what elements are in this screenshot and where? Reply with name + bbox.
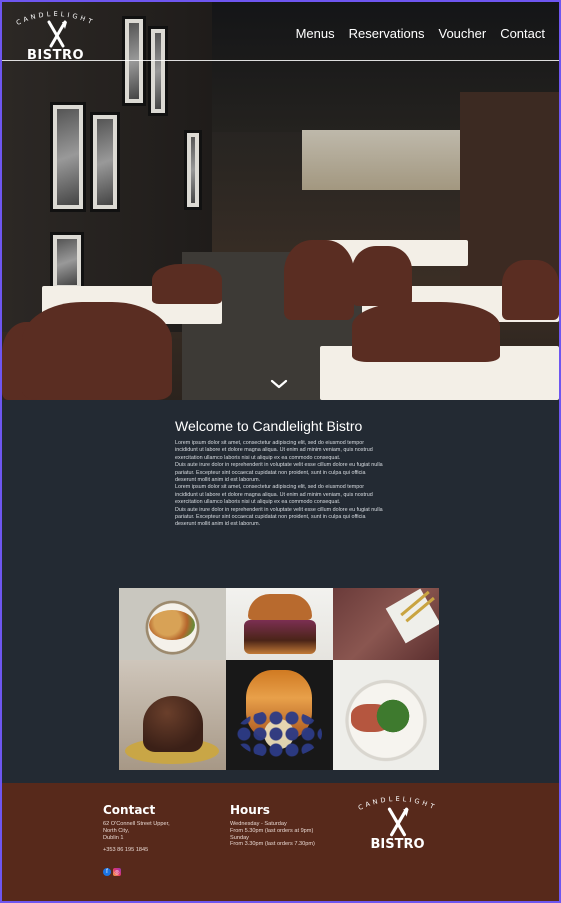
- hours-line: Wednesday - Saturday: [230, 821, 287, 827]
- welcome-paragraph: Lorem ipsum dolor sit amet, consectetur …: [175, 440, 373, 461]
- hero-window: [302, 130, 467, 190]
- hours-line: Sunday: [230, 834, 249, 841]
- brand-logo[interactable]: CANDLELIGHT BISTRO: [8, 8, 103, 63]
- hero-chair: [352, 246, 412, 306]
- facebook-icon[interactable]: f: [103, 868, 111, 877]
- welcome-title: Welcome to Candlelight Bistro: [175, 418, 363, 434]
- gallery-image-burger: [226, 588, 333, 660]
- welcome-section: Welcome to Candlelight Bistro Lorem ipsu…: [175, 418, 387, 529]
- gallery-image-table-setting: [333, 588, 439, 660]
- wall-frame: [50, 232, 84, 292]
- hero-chair: [152, 264, 222, 304]
- site-footer: Contact 62 O'Connell Street Upper, North…: [2, 783, 559, 901]
- wall-frame: [122, 16, 146, 106]
- contact-title: Contact: [103, 803, 156, 817]
- footer-logo: CANDLELIGHT BISTRO: [350, 793, 445, 853]
- nav-voucher[interactable]: Voucher: [438, 26, 486, 41]
- address-line: 62 O'Connell Street Upper,: [103, 821, 170, 827]
- hero-chair: [22, 302, 172, 400]
- chevron-down-icon[interactable]: [270, 378, 288, 390]
- hero-section: CANDLELIGHT BISTRO Menus Reservations Vo…: [2, 2, 559, 400]
- nav-reservations[interactable]: Reservations: [349, 26, 425, 41]
- hero-chair: [502, 260, 559, 320]
- hours-title: Hours: [230, 803, 270, 817]
- footer-brand-name: BISTRO: [370, 837, 425, 852]
- hours-line: From 5.30pm (last orders at 9pm): [230, 827, 314, 834]
- instagram-icon[interactable]: ◎: [113, 868, 121, 877]
- wall-frame: [50, 102, 86, 212]
- gallery-image-chocolate-dessert: [119, 660, 226, 770]
- nav-contact[interactable]: Contact: [500, 26, 545, 41]
- page: CANDLELIGHT BISTRO Menus Reservations Vo…: [2, 2, 559, 901]
- welcome-paragraph: Duis aute irure dolor in reprehenderit i…: [175, 462, 383, 484]
- welcome-paragraph: Lorem ipsum dolor sit amet, consectetur …: [175, 484, 373, 506]
- brand-name: BISTRO: [26, 48, 85, 63]
- cutlery-icon: [387, 807, 409, 837]
- hours-line: From 3.30pm (last orders 7.30pm): [230, 841, 315, 848]
- gallery-image-french-toast: [226, 660, 333, 770]
- welcome-paragraph: Duis aute irure dolor in reprehenderit i…: [175, 506, 383, 528]
- food-gallery: [119, 588, 439, 770]
- gallery-image-main-course: [333, 660, 439, 770]
- wall-frame: [90, 112, 120, 212]
- footer-hours: Hours Wednesday - Saturday From 5.30pm (…: [230, 803, 315, 848]
- main-nav: Menus Reservations Voucher Contact: [296, 26, 545, 41]
- phone-number[interactable]: +353 86 195 1845: [103, 847, 170, 854]
- hero-chair: [284, 240, 354, 320]
- wall-frame: [148, 26, 168, 116]
- social-links: f ◎: [103, 868, 170, 877]
- gallery-image-pasta: [119, 588, 226, 660]
- address-line: Dublin 1: [103, 834, 124, 841]
- hero-chair: [352, 302, 500, 362]
- wall-frame: [184, 130, 202, 210]
- footer-contact: Contact 62 O'Connell Street Upper, North…: [103, 803, 170, 877]
- nav-menus[interactable]: Menus: [296, 26, 335, 41]
- address-line: North City,: [103, 827, 130, 834]
- cutlery-icon: [47, 20, 67, 48]
